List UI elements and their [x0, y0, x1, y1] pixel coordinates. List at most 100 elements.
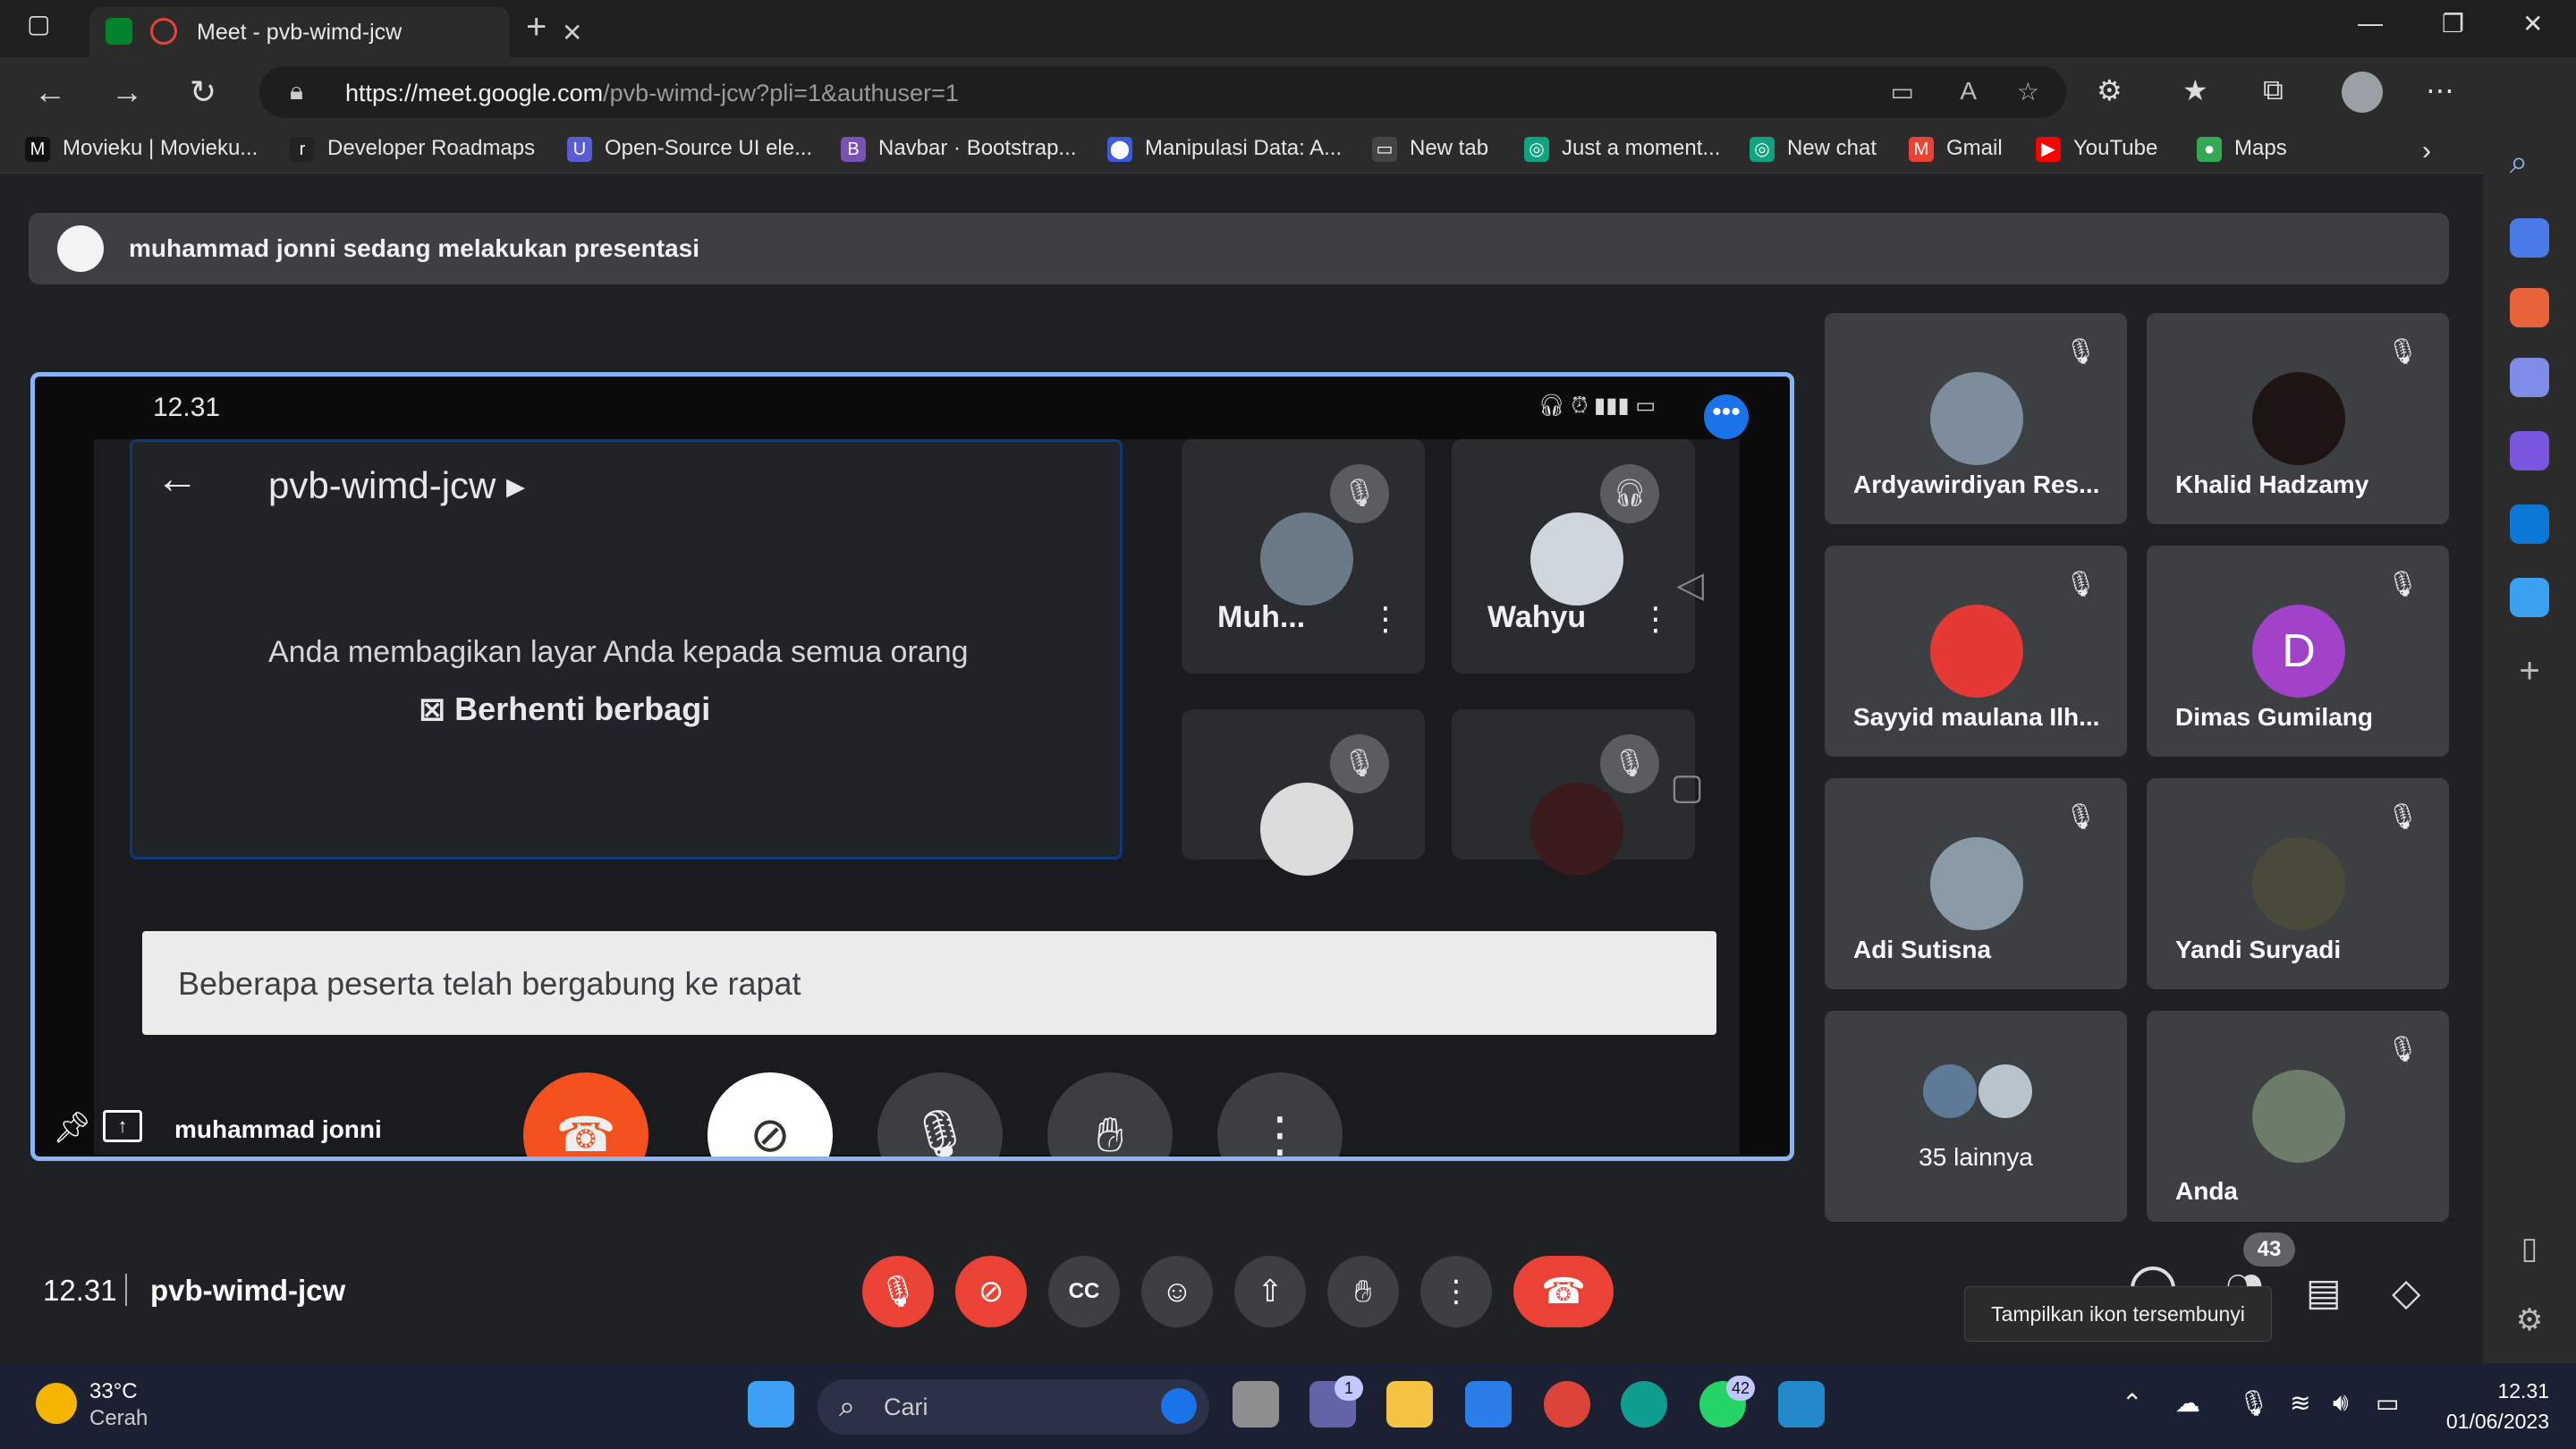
chat-icon[interactable]: ▤	[2306, 1270, 2342, 1314]
more-options-icon[interactable]: •••	[1704, 394, 1749, 439]
volume-icon[interactable]: 🔊︎	[2333, 1388, 2349, 1418]
extensions-icon[interactable]: ⚙	[2097, 73, 2123, 107]
participant-tile[interactable]: 🎙︎ Ardyawirdiyan Res...	[1825, 313, 2127, 524]
vscode-icon[interactable]	[1778, 1381, 1825, 1428]
teams-badge: 1	[1335, 1376, 1363, 1401]
back-icon[interactable]: ←	[34, 73, 66, 111]
bookmarks-bar: M Movieku | Movieku... r Developer Roadmaps…	[0, 127, 2576, 174]
bookmark-item[interactable]: B Navbar · Bootstrap...	[841, 136, 1076, 162]
pin-icon[interactable]: 📌︎	[53, 1110, 91, 1146]
send-icon[interactable]	[2510, 578, 2549, 617]
present-button[interactable]: ⇧	[1234, 1256, 1306, 1327]
forward-icon[interactable]: →	[111, 73, 143, 111]
add-icon[interactable]: +	[2510, 651, 2549, 691]
participant-tile[interactable]: 🎙︎ Khalid Hadzamy	[2147, 313, 2449, 524]
bookmark-icon: r	[290, 136, 315, 162]
bookmark-item[interactable]: M Movieku | Movieku...	[25, 136, 258, 162]
tile-name: Wahyu	[1487, 600, 1587, 634]
stop-sharing-button[interactable]: ⊠ Berhenti berbagi	[419, 691, 710, 728]
new-tab-button[interactable]: +	[526, 7, 547, 47]
emoji-button[interactable]: ☺	[1141, 1256, 1213, 1327]
chevron-up-icon[interactable]: ⌃	[2122, 1388, 2142, 1418]
taskbar: 33°C Cerah ⌕ Cari 1 42 ⌃ ☁ 🎙︎ ≋ 🔊︎ ▭ 12.…	[0, 1363, 2576, 1449]
shopping-icon[interactable]	[2510, 218, 2549, 258]
bookmark-icon: ▭	[1372, 136, 1397, 162]
bookmark-item[interactable]: ▶ YouTube	[2036, 136, 2157, 162]
battery-icon[interactable]: ▭	[2376, 1388, 2399, 1418]
bookmark-item[interactable]: ▭ New tab	[1372, 136, 1488, 162]
participant-tile[interactable]: 🎙︎ Adi Sutisna	[1825, 778, 2127, 989]
file-explorer-icon[interactable]	[1386, 1381, 1433, 1428]
profile-avatar[interactable]	[2342, 72, 2383, 113]
office-icon[interactable]	[2510, 431, 2549, 470]
bookmark-icon: B	[841, 136, 866, 162]
favorites-icon[interactable]: ★	[2182, 73, 2208, 107]
weather-icon[interactable]	[36, 1383, 77, 1424]
microphone-icon[interactable]: 🎙︎	[2238, 1388, 2270, 1418]
more-options-icon[interactable]: ⋯	[2426, 73, 2454, 107]
bookmark-item[interactable]: ● Maps	[2197, 136, 2287, 162]
bookmark-icon: ◎	[1750, 136, 1775, 162]
address-bar[interactable]: 🔒︎ https://meet.google.com/pvb-wimd-jcw?…	[259, 66, 2066, 118]
settings-icon[interactable]: ⚙	[2510, 1302, 2549, 1342]
bookmark-item[interactable]: M Gmail	[1909, 136, 2003, 162]
people-count-badge: 43	[2243, 1233, 2295, 1267]
mic-off-button[interactable]: 🎙︎	[862, 1256, 934, 1327]
wifi-icon[interactable]: ≋	[2290, 1388, 2310, 1418]
collections-icon[interactable]: ⧉	[2263, 73, 2284, 107]
task-view-icon[interactable]	[1233, 1381, 1279, 1428]
outlook-icon[interactable]	[2510, 504, 2549, 544]
chrome-icon[interactable]	[1544, 1381, 1590, 1428]
restore-icon[interactable]: ❐	[2442, 9, 2464, 38]
back-arrow-icon[interactable]: ←	[156, 454, 199, 504]
bookmark-item[interactable]: ◎ Just a moment...	[1524, 136, 1720, 162]
tile-menu-icon[interactable]: ⋮	[1369, 600, 1402, 638]
onedrive-icon[interactable]: ☁	[2175, 1388, 2200, 1418]
games-icon[interactable]	[2510, 358, 2549, 397]
tools-icon[interactable]	[2510, 288, 2549, 327]
edge-icon[interactable]	[1621, 1381, 1667, 1428]
url-text: https://meet.google.com/pvb-wimd-jcw?pli…	[345, 80, 959, 106]
participant-tile[interactable]: 🎙︎ Sayyid maulana Ilh...	[1825, 546, 2127, 757]
tile-menu-icon[interactable]: ⋮	[1640, 600, 1672, 638]
close-tab-icon[interactable]: ✕	[562, 18, 582, 47]
bookmark-label: Developer Roadmaps	[327, 136, 536, 160]
bookmark-item[interactable]: r Developer Roadmaps	[290, 136, 535, 162]
camera-icon[interactable]: ▭	[1891, 77, 1914, 106]
participant-tile[interactable]: 🎙︎ D Dimas Gumilang	[2147, 546, 2449, 757]
bookmarks-overflow-icon[interactable]: ›	[2422, 136, 2431, 166]
presentation-stage[interactable]: 12.31 🎧︎ ⏰︎ ▮▮▮ ▭ ••• ← pvb-wimd-jcw ▸ A…	[30, 372, 1794, 1161]
start-icon[interactable]	[748, 1381, 794, 1428]
clock[interactable]: 12.31 01/06/2023	[2446, 1376, 2549, 1436]
read-aloud-icon[interactable]: A	[1960, 77, 1977, 106]
phone-screen: ← pvb-wimd-jcw ▸ Anda membagikan layar A…	[94, 439, 1740, 1157]
more-options-button[interactable]: ⋮	[1420, 1256, 1492, 1327]
bookmark-item[interactable]: U Open-Source UI ele...	[567, 136, 812, 162]
leave-call-button[interactable]: ☎	[1513, 1256, 1614, 1327]
participant-avatar	[1979, 1064, 2032, 1118]
search-icon[interactable]: ⌕	[2510, 143, 2549, 182]
activities-icon[interactable]: ◇	[2392, 1270, 2420, 1314]
minimize-icon[interactable]: —	[2358, 9, 2383, 38]
store-icon[interactable]	[1465, 1381, 1512, 1428]
participant-avatar	[1923, 1064, 1977, 1118]
camera-off-button[interactable]: ⊘	[955, 1256, 1027, 1327]
bookmark-item[interactable]: ◎ New chat	[1750, 136, 1877, 162]
participant-tile[interactable]: 🎙︎ Anda	[2147, 1011, 2449, 1222]
participant-tile[interactable]: 35 lainnya	[1825, 1011, 2127, 1222]
phone-tile-3: 🎙︎	[1182, 709, 1425, 876]
search-box[interactable]: ⌕ Cari	[818, 1379, 1209, 1435]
bookmark-item[interactable]: ⬤ Manipulasi Data: A...	[1107, 136, 1342, 162]
participant-name: 35 lainnya	[1919, 1143, 2033, 1171]
captions-button[interactable]: CC	[1048, 1256, 1120, 1327]
reload-icon[interactable]: ↻	[190, 73, 216, 111]
close-window-icon[interactable]: ✕	[2522, 9, 2543, 38]
tab-actions-icon[interactable]: ▢	[27, 9, 50, 38]
add-favorite-icon[interactable]: ☆	[2017, 77, 2039, 106]
bookmark-icon: ⬤	[1107, 136, 1132, 162]
tab-meet[interactable]: Meet - pvb-wimd-jcw ✕	[89, 7, 582, 57]
raise-hand-button[interactable]: ✋︎	[1327, 1256, 1399, 1327]
present-icon: ↑	[103, 1110, 142, 1142]
participant-tile[interactable]: 🎙︎ Yandi Suryadi	[2147, 778, 2449, 989]
hide-sidebar-icon[interactable]: ▯	[2510, 1231, 2549, 1270]
